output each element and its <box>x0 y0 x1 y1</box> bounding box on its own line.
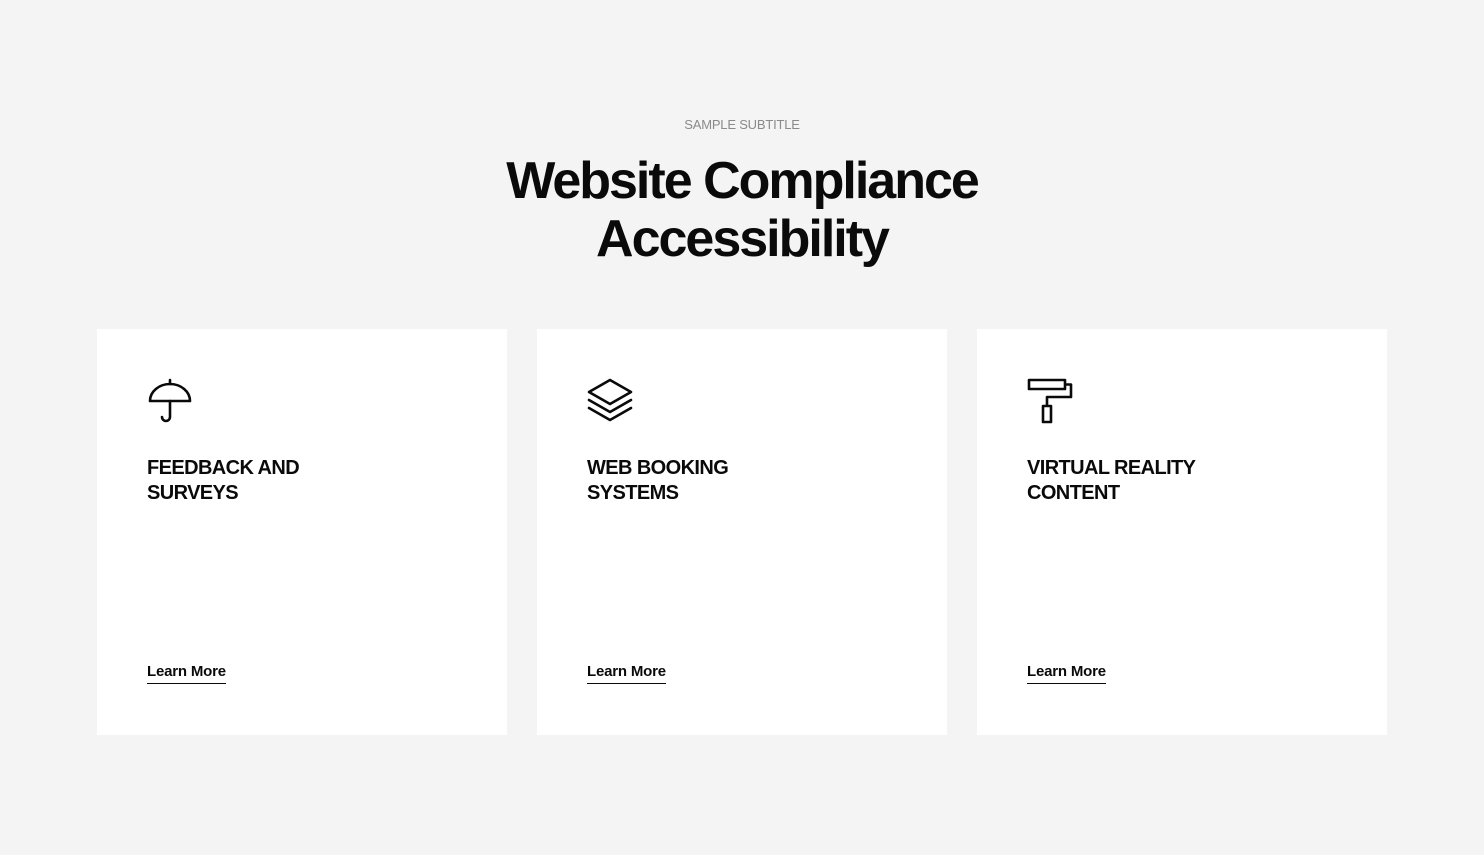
learn-more-link[interactable]: Learn More <box>1027 662 1106 684</box>
service-cards: FEEDBACK AND SURVEYS Learn More WEB BOOK… <box>97 329 1387 735</box>
learn-more-link[interactable]: Learn More <box>587 662 666 684</box>
card-title: FEEDBACK AND SURVEYS <box>147 456 387 506</box>
section-title-line-2: Accessibility <box>596 210 890 268</box>
service-card-feedback: FEEDBACK AND SURVEYS Learn More <box>97 329 507 735</box>
service-card-web-booking: WEB BOOKING SYSTEMS Learn More <box>537 329 947 735</box>
card-title: VIRTUAL REALITY CONTENT <box>1027 456 1267 506</box>
card-title-line-2: SURVEYS <box>147 482 239 504</box>
section-title: Website Compliance Accessibility <box>0 152 1484 268</box>
card-title: WEB BOOKING SYSTEMS <box>587 456 827 506</box>
card-title-line-2: CONTENT <box>1027 482 1120 504</box>
section-title-line-1: Website Compliance <box>506 152 980 210</box>
paint-roller-icon <box>1027 378 1073 424</box>
card-title-line-1: WEB BOOKING <box>587 457 729 479</box>
services-section: SAMPLE SUBTITLE Website Compliance Acces… <box>0 0 1484 855</box>
umbrella-icon <box>147 378 193 424</box>
service-card-virtual-reality: VIRTUAL REALITY CONTENT Learn More <box>977 329 1387 735</box>
card-title-line-1: FEEDBACK AND <box>147 457 300 479</box>
section-subtitle: SAMPLE SUBTITLE <box>684 117 800 132</box>
card-title-line-2: SYSTEMS <box>587 482 679 504</box>
learn-more-link[interactable]: Learn More <box>147 662 226 684</box>
card-title-line-1: VIRTUAL REALITY <box>1027 457 1196 479</box>
layers-icon <box>587 378 633 424</box>
